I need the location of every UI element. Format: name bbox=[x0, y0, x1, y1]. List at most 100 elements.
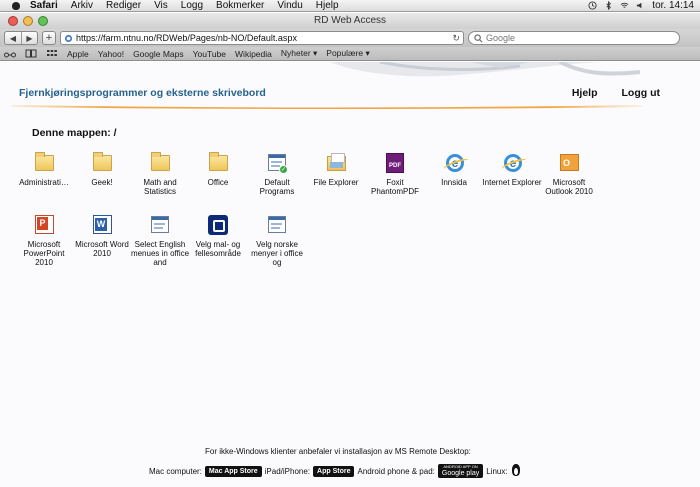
minimize-window-button[interactable] bbox=[23, 16, 33, 26]
bluetooth-icon[interactable] bbox=[604, 1, 613, 10]
volume-icon[interactable] bbox=[636, 1, 645, 10]
internet-explorer-icon: e bbox=[446, 154, 464, 172]
mac-app-store-badge[interactable]: Mac App Store bbox=[204, 465, 262, 477]
rd-web-page: Fjernkjøringsprogrammer og eksterne skri… bbox=[0, 62, 700, 487]
app-tile-velg-norske-menyer[interactable]: Velg norske menyer i office og bbox=[247, 214, 307, 267]
app-tile-default-programs[interactable]: ✓ Default Programs bbox=[247, 152, 307, 196]
menu-vindu[interactable]: Vindu bbox=[277, 0, 302, 11]
app-label: Office bbox=[207, 178, 229, 187]
header-orange-rule bbox=[12, 105, 642, 109]
address-bar[interactable]: https://farm.ntnu.no/RDWeb/Pages/nb-NO/D… bbox=[60, 31, 464, 45]
word-icon bbox=[93, 215, 112, 234]
wifi-icon[interactable] bbox=[620, 1, 629, 10]
internet-explorer-icon: e bbox=[504, 154, 522, 172]
reload-icon[interactable]: ↻ bbox=[452, 33, 460, 44]
app-label: Math and Statistics bbox=[143, 178, 177, 196]
mac-menubar: Safari Arkiv Rediger Vis Logg Bokmerker … bbox=[0, 0, 700, 12]
add-bookmark-button[interactable]: + bbox=[42, 31, 56, 45]
app-label: Innsida bbox=[441, 178, 467, 187]
app-tile-foxit-phantompdf[interactable]: PDF Foxit PhantomPDF bbox=[365, 152, 425, 196]
mac-computer-label: Mac computer: bbox=[149, 466, 202, 476]
outlook-icon: O bbox=[560, 154, 579, 171]
logout-link[interactable]: Logg ut bbox=[622, 87, 660, 99]
bookmark-google-maps[interactable]: Google Maps bbox=[133, 49, 184, 59]
browser-toolbar: ◀ ▶ + https://farm.ntnu.no/RDWeb/Pages/n… bbox=[0, 29, 700, 47]
app-label: Default Programs bbox=[259, 178, 295, 196]
folder-icon bbox=[209, 152, 228, 171]
menu-hjelp[interactable]: Hjelp bbox=[316, 0, 339, 11]
powerpoint-icon bbox=[35, 215, 54, 234]
app-tile-powerpoint-2010[interactable]: Microsoft PowerPoint 2010 bbox=[14, 214, 74, 267]
folder-icon bbox=[151, 152, 170, 171]
help-link[interactable]: Hjelp bbox=[572, 87, 598, 99]
menu-bokmerker[interactable]: Bokmerker bbox=[216, 0, 264, 11]
window-titlebar: RD Web Access bbox=[0, 13, 700, 29]
back-button[interactable]: ◀ bbox=[5, 32, 21, 44]
app-tile-innsida[interactable]: e Innsida bbox=[424, 152, 484, 187]
bookmark-wikipedia[interactable]: Wikipedia bbox=[235, 49, 272, 59]
bookmark-youtube[interactable]: YouTube bbox=[193, 49, 226, 59]
window-title: RD Web Access bbox=[313, 15, 387, 26]
footer-recommendation-text: For ikke-Windows klienter anbefaler vi i… bbox=[205, 447, 471, 456]
app-window-icon bbox=[268, 216, 286, 233]
app-tile-outlook-2010[interactable]: O Microsoft Outlook 2010 bbox=[539, 152, 599, 196]
app-tile-select-english-menues[interactable]: Select English menues in office and bbox=[130, 214, 190, 267]
search-icon bbox=[474, 33, 483, 42]
app-label: Administrati… bbox=[19, 178, 69, 187]
bookmarks-book-icon[interactable] bbox=[25, 49, 37, 58]
ipad-iphone-label: iPad/iPhone: bbox=[264, 466, 311, 476]
velg-mal-icon bbox=[208, 215, 228, 235]
folder-icon bbox=[93, 152, 112, 171]
time-machine-icon[interactable] bbox=[588, 1, 597, 10]
address-url[interactable]: https://farm.ntnu.no/RDWeb/Pages/nb-NO/D… bbox=[76, 33, 449, 43]
app-label: Microsoft Word 2010 bbox=[75, 240, 129, 258]
app-label: Velg norske menyer i office og bbox=[251, 240, 303, 267]
bookmark-nyheter[interactable]: Nyheter ▾ bbox=[281, 48, 317, 59]
app-store-badge[interactable]: App Store bbox=[313, 465, 355, 477]
app-tile-math-and-statistics[interactable]: Math and Statistics bbox=[130, 152, 190, 196]
menu-safari[interactable]: Safari bbox=[30, 0, 58, 11]
menubar-clock[interactable]: tor. 14:14 bbox=[652, 0, 694, 11]
app-label: Internet Explorer bbox=[482, 178, 542, 187]
google-play-big-text: Google play bbox=[441, 470, 480, 477]
google-play-badge[interactable]: ANDROID APP ON Google play bbox=[437, 464, 484, 478]
app-window-icon bbox=[151, 216, 169, 233]
menu-arkiv[interactable]: Arkiv bbox=[71, 0, 93, 11]
search-input[interactable] bbox=[486, 33, 636, 43]
app-label: Geek! bbox=[91, 178, 113, 187]
menu-rediger[interactable]: Rediger bbox=[106, 0, 141, 11]
android-label: Android phone & pad: bbox=[357, 466, 435, 476]
app-label: Velg mal- og fellesområde bbox=[195, 240, 241, 258]
search-field[interactable] bbox=[468, 31, 680, 45]
app-label: Microsoft PowerPoint 2010 bbox=[23, 240, 65, 267]
app-tile-internet-explorer[interactable]: e Internet Explorer bbox=[482, 152, 542, 187]
close-window-button[interactable] bbox=[8, 16, 18, 26]
app-label: Microsoft Outlook 2010 bbox=[545, 178, 593, 196]
bookmark-apple[interactable]: Apple bbox=[67, 49, 89, 59]
app-label: Select English menues in office and bbox=[130, 240, 190, 267]
app-label: Foxit PhantomPDF bbox=[370, 178, 420, 196]
app-tile-geek[interactable]: Geek! bbox=[72, 152, 132, 187]
current-folder-label: Denne mappen: / bbox=[32, 127, 117, 139]
apple-menu-icon[interactable] bbox=[10, 1, 22, 11]
bookmarks-bar: Apple Yahoo! Google Maps YouTube Wikiped… bbox=[0, 47, 700, 61]
app-tile-administrative[interactable]: Administrati… bbox=[14, 152, 74, 187]
zoom-window-button[interactable] bbox=[38, 16, 48, 26]
site-favicon-icon bbox=[64, 34, 73, 42]
app-tile-word-2010[interactable]: Microsoft Word 2010 bbox=[72, 214, 132, 258]
page-header: Fjernkjøringsprogrammer og eksterne skri… bbox=[0, 62, 700, 114]
app-tile-file-explorer[interactable]: File Explorer bbox=[306, 152, 366, 187]
app-tile-velg-mal[interactable]: Velg mal- og fellesområde bbox=[188, 214, 248, 258]
app-label: File Explorer bbox=[313, 178, 359, 187]
reading-list-icon[interactable] bbox=[4, 49, 16, 58]
app-tile-office[interactable]: Office bbox=[188, 152, 248, 187]
linux-label: Linux: bbox=[486, 466, 508, 476]
linux-tux-icon[interactable] bbox=[511, 464, 521, 478]
forward-button[interactable]: ▶ bbox=[21, 32, 37, 44]
bookmark-yahoo[interactable]: Yahoo! bbox=[98, 49, 124, 59]
top-sites-grid-icon[interactable] bbox=[46, 49, 58, 58]
menu-vis[interactable]: Vis bbox=[154, 0, 168, 11]
menu-logg[interactable]: Logg bbox=[181, 0, 203, 11]
bookmark-populaere[interactable]: Populære ▾ bbox=[326, 48, 369, 59]
file-explorer-icon bbox=[327, 153, 346, 171]
